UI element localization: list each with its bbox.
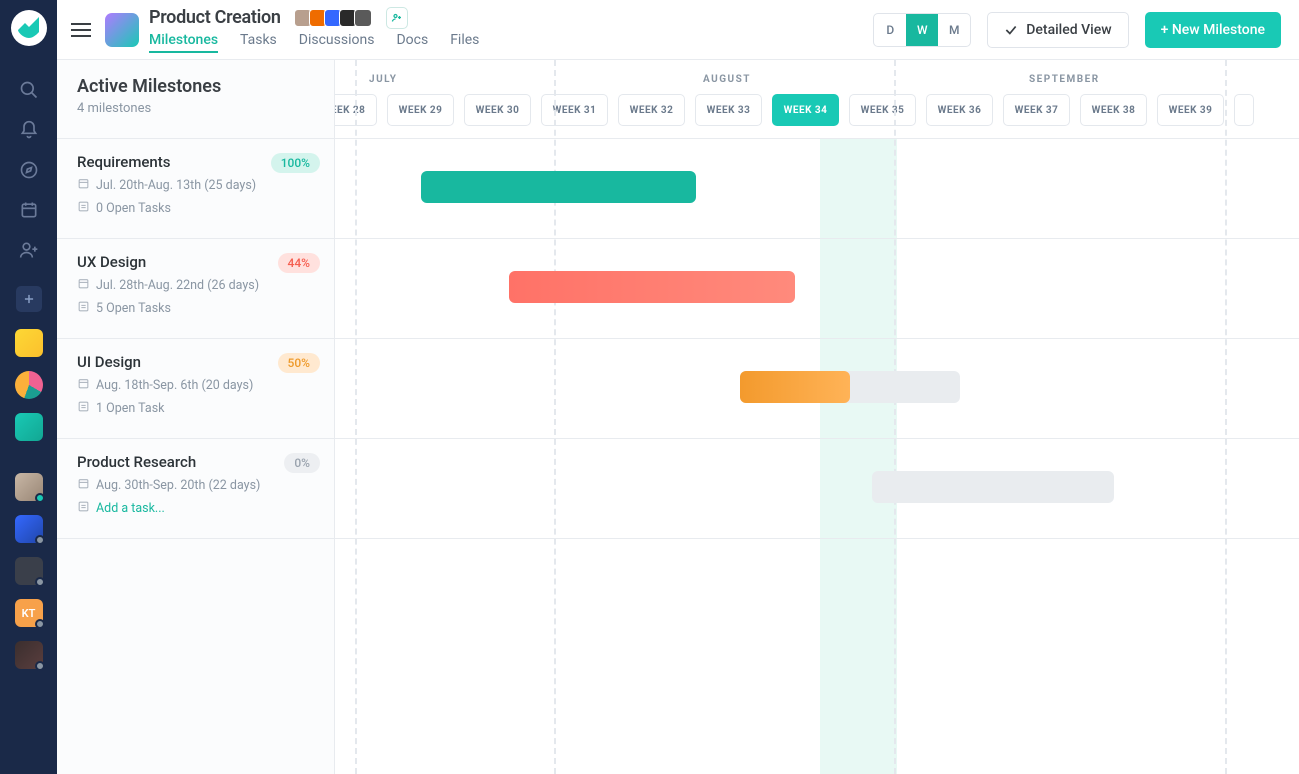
add-project-button[interactable] [16,286,42,312]
user-avatar[interactable]: KT [15,599,43,627]
add-user-icon[interactable] [9,230,49,270]
week-pill[interactable]: WEEK 29 [387,94,454,126]
tab-tasks[interactable]: Tasks [240,32,277,53]
notifications-icon[interactable] [9,110,49,150]
zoom-d[interactable]: D [874,14,906,46]
zoom-segment: DWM [873,13,971,47]
calendar-icon[interactable] [9,190,49,230]
sidebar-title: Active Milestones [77,76,314,97]
month-label: AUGUST [703,74,751,85]
user-avatar[interactable] [15,557,43,585]
tasks-icon [77,400,90,417]
menu-icon[interactable] [63,12,99,48]
week-pill[interactable]: WEEK 34 [772,94,839,126]
week-pill[interactable]: WEEK 33 [695,94,762,126]
week-pill[interactable] [1234,94,1254,126]
project-tile[interactable] [15,413,43,441]
zoom-w[interactable]: W [906,14,938,46]
milestone-tasks: 5 Open Tasks [77,300,314,317]
milestone-row[interactable]: Product Research Aug. 30th-Sep. 20th (22 … [57,439,334,539]
week-pill[interactable]: WEEK 35 [849,94,916,126]
timeline-bar[interactable] [421,171,696,203]
milestone-dates: Aug. 18th-Sep. 6th (20 days) [77,377,314,394]
logo[interactable] [11,10,47,46]
milestone-dates: Aug. 30th-Sep. 20th (22 days) [77,477,314,494]
project-tabs: Milestones Tasks Discussions Docs Files [149,32,479,53]
week-pill[interactable]: WEEK 36 [926,94,993,126]
timeline-row [335,139,1299,239]
milestone-title: Product Research [77,453,314,471]
timeline-row [335,339,1299,439]
project-tile[interactable] [15,371,43,399]
week-pill[interactable]: WEEK 32 [618,94,685,126]
milestone-tasks: 0 Open Tasks [77,200,314,217]
milestone-dates: Jul. 20th-Aug. 13th (25 days) [77,177,314,194]
page-title: Product Creation [149,7,281,28]
user-avatar[interactable] [15,641,43,669]
member-avatars[interactable] [297,9,372,27]
milestone-row[interactable]: UI DesignAug. 18th-Sep. 6th (20 days)1 O… [57,339,334,439]
check-icon [1004,23,1018,37]
tasks-icon [77,200,90,217]
timeline-row [335,439,1299,539]
timeline-bar[interactable] [872,471,1114,503]
milestone-row[interactable]: RequirementsJul. 20th-Aug. 13th (25 days… [57,139,334,239]
week-pill[interactable]: WEEK 30 [464,94,531,126]
week-pill[interactable]: WEEK 31 [541,94,608,126]
progress-badge: 0% [284,453,320,473]
button-label: + New Milestone [1161,22,1265,38]
progress-badge: 100% [271,153,320,173]
detailed-view-button[interactable]: Detailed View [987,12,1128,48]
button-label: Detailed View [1026,22,1111,38]
calendar-icon [77,277,90,294]
tasks-icon [77,500,90,517]
calendar-icon [77,377,90,394]
calendar-icon [77,177,90,194]
tab-files[interactable]: Files [450,32,479,53]
user-avatar[interactable] [15,515,43,543]
tab-milestones[interactable]: Milestones [149,32,218,53]
timeline-bar[interactable] [740,371,850,403]
tab-discussions[interactable]: Discussions [299,32,375,53]
compass-icon[interactable] [9,150,49,190]
week-pill[interactable]: WEEK 38 [1080,94,1147,126]
milestone-dates: Jul. 28th-Aug. 22nd (26 days) [77,277,314,294]
timeline-row [335,239,1299,339]
calendar-icon [77,477,90,494]
timeline-bar[interactable] [509,271,795,303]
milestone-row[interactable]: UX DesignJul. 28th-Aug. 22nd (26 days)5 … [57,239,334,339]
tab-docs[interactable]: Docs [396,32,428,53]
week-pill[interactable]: WEEK 39 [1157,94,1224,126]
month-label: SEPTEMBER [1029,74,1100,85]
progress-badge: 44% [278,253,320,273]
project-icon[interactable] [105,13,139,47]
progress-badge: 50% [278,353,320,373]
zoom-m[interactable]: M [938,14,970,46]
milestone-tasks: 1 Open Task [77,400,314,417]
user-avatar[interactable] [15,473,43,501]
tasks-icon [77,300,90,317]
milestone-tasks[interactable]: Add a task... [77,500,314,517]
sidebar-subtitle: 4 milestones [77,101,314,116]
avatar-initials: KT [22,607,36,620]
month-label: JULY [369,74,397,85]
add-member-button[interactable] [386,7,408,29]
new-milestone-button[interactable]: + New Milestone [1145,12,1281,48]
search-icon[interactable] [9,70,49,110]
week-pill[interactable]: WEEK 28 [335,94,377,126]
project-tile[interactable] [15,329,43,357]
week-pill[interactable]: WEEK 37 [1003,94,1070,126]
